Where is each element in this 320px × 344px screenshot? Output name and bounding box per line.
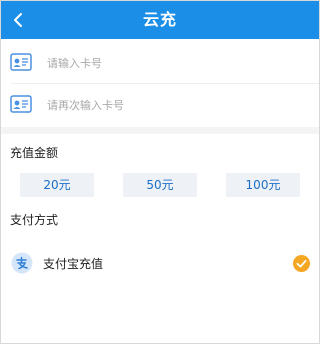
amount-option-50[interactable]: 50元 bbox=[123, 173, 197, 197]
page-title: 云充 bbox=[142, 10, 177, 29]
section-separator bbox=[1, 127, 319, 134]
divider bbox=[11, 83, 319, 84]
alipay-icon bbox=[11, 252, 33, 274]
check-icon[interactable] bbox=[293, 255, 310, 272]
id-card-icon bbox=[10, 53, 32, 71]
payment-section-title: 支付方式 bbox=[10, 213, 59, 227]
card-number-row bbox=[1, 43, 319, 83]
amount-option-100[interactable]: 100元 bbox=[226, 173, 300, 197]
amount-option-20[interactable]: 20元 bbox=[20, 173, 94, 197]
payment-method-label: 支付宝充值 bbox=[43, 257, 104, 271]
payment-method-alipay[interactable]: 支付宝充值 bbox=[1, 246, 319, 280]
amount-section-title: 充值金额 bbox=[10, 146, 59, 160]
header-bar: 云充 bbox=[1, 1, 319, 39]
card-number-confirm-input[interactable] bbox=[47, 93, 297, 117]
card-number-input[interactable] bbox=[47, 51, 297, 75]
card-number-confirm-row bbox=[1, 85, 319, 125]
id-card-icon bbox=[10, 95, 32, 113]
app-screen: 云充 充值金额 20元 50元 100元 支付方式 bbox=[0, 0, 320, 344]
